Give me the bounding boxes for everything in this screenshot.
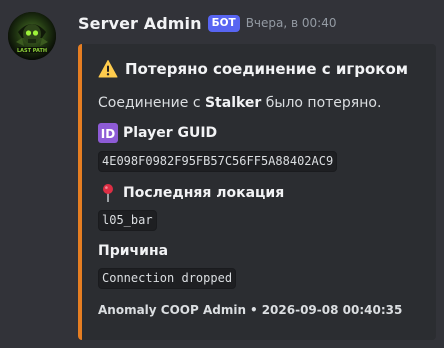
field-name-location: Последняя локация — [98, 183, 284, 203]
player-name: Stalker — [204, 95, 262, 111]
footer-timestamp: 2026-09-08 00:40:35 — [261, 303, 403, 317]
avatar-logo-text: LAST PATH — [17, 48, 47, 54]
field-name-reason: Причина — [98, 243, 168, 259]
field-value-reason: Connection dropped — [98, 268, 237, 289]
field-value-location: l05_bar — [98, 210, 157, 231]
embed: Потеряно соединение с игроком Соединение… — [78, 44, 436, 340]
field-value-guid: 4E098F0982F95FB57C56FF5A88402AC9 — [98, 151, 338, 172]
avatar[interactable]: LAST PATH — [8, 12, 56, 60]
field-name-guid: ID Player GUID — [98, 123, 217, 143]
location-pin-icon — [103, 184, 113, 202]
embed-title-text: Потеряно соединение с игроком — [125, 60, 409, 78]
field-label: Причина — [98, 243, 169, 259]
bot-badge: БОТ — [207, 14, 240, 32]
embed-footer: Anomaly COOP Admin • 2026-09-08 00:40:35 — [98, 303, 402, 317]
skull-logo-icon: LAST PATH — [8, 12, 56, 60]
warning-icon — [98, 60, 118, 78]
message-timestamp[interactable]: Вчера, в 00:40 — [246, 16, 337, 30]
footer-separator: • — [250, 303, 258, 317]
chat-message: LAST PATH Server Admin БОТ Вчера, в 00:4… — [0, 0, 444, 348]
footer-text: Anomaly COOP Admin — [98, 303, 247, 317]
field-label: Последняя локация — [123, 185, 285, 201]
embed-description: Соединение с Stalker было потеряно. — [98, 95, 381, 111]
author-name[interactable]: Server Admin — [78, 14, 202, 33]
description-prefix: Соединение с — [98, 95, 205, 111]
id-badge-text: ID — [101, 127, 115, 141]
message-header: Server Admin БОТ Вчера, в 00:40 — [78, 11, 336, 35]
field-label: Player GUID — [123, 125, 218, 141]
description-suffix: было потеряно. — [261, 95, 382, 111]
id-badge-icon: ID — [98, 123, 118, 143]
embed-title: Потеряно соединение с игроком — [98, 59, 408, 79]
